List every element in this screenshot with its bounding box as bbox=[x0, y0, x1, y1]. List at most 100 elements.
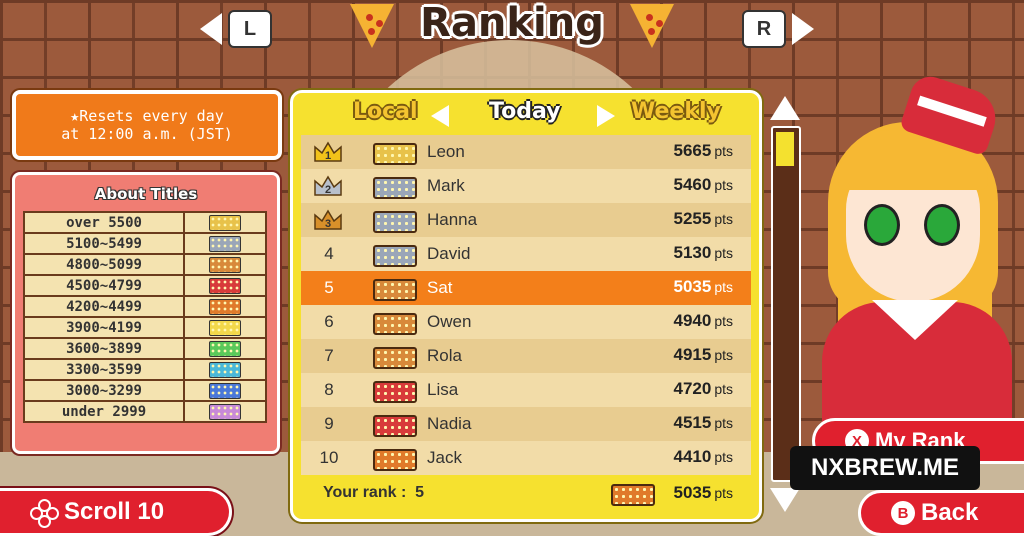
player-score: 4915 pts bbox=[673, 345, 733, 364]
ranking-row[interactable]: 3 Hanna 5255 pts bbox=[301, 203, 751, 237]
title-badge-icon bbox=[373, 143, 417, 165]
ranking-tabs: Local Today Weekly bbox=[293, 99, 759, 133]
title-tier-badge-cell bbox=[183, 337, 267, 360]
title-badge-icon bbox=[373, 313, 417, 335]
title-badge-icon bbox=[373, 381, 417, 403]
header: L Ranking R bbox=[0, 0, 1024, 60]
title-tier-badge-cell bbox=[183, 316, 267, 339]
your-rank-row: Your rank : 5 5035 pts bbox=[301, 477, 751, 511]
player-score: 5255 pts bbox=[673, 209, 733, 228]
scroll-10-button[interactable]: Scroll 10 bbox=[0, 488, 232, 536]
title-tier-badge-cell bbox=[183, 253, 267, 276]
title-tier-range: 4200~4499 bbox=[23, 295, 185, 318]
pizza-slice-icon bbox=[630, 4, 674, 48]
ranking-row-self[interactable]: 5 Sat 5035 pts bbox=[301, 271, 751, 305]
ranking-row[interactable]: 1 Leon 5665 pts bbox=[301, 135, 751, 169]
scroll-up-arrow-icon[interactable] bbox=[770, 96, 800, 120]
title-tier-range: under 2999 bbox=[23, 400, 185, 423]
ranking-row[interactable]: 4 David 5130 pts bbox=[301, 237, 751, 271]
title-badge-icon bbox=[373, 177, 417, 199]
your-rank-score: 5035 pts bbox=[673, 483, 733, 502]
rank-number: 4 bbox=[324, 244, 334, 263]
player-score: 4720 pts bbox=[673, 379, 733, 398]
tab-prev-arrow-icon[interactable] bbox=[431, 105, 449, 127]
prev-page-button[interactable]: L bbox=[200, 10, 272, 48]
title-tier-badge-cell bbox=[183, 274, 267, 297]
crown-icon: 1 bbox=[313, 141, 343, 163]
title-tier-row: 3300~3599 bbox=[23, 358, 267, 381]
title-badge-icon bbox=[611, 484, 655, 506]
title-tier-range: 4800~5099 bbox=[23, 253, 185, 276]
player-name: Jack bbox=[427, 448, 462, 467]
player-name: Hanna bbox=[427, 210, 478, 229]
title-badge-icon bbox=[373, 415, 417, 437]
scrollbar-thumb[interactable] bbox=[776, 132, 794, 166]
titles-table: over 5500 5100~5499 4800~5099 4500~4799 4200… bbox=[23, 211, 267, 423]
title-tier-badge-cell bbox=[183, 211, 267, 234]
title-tier-badge-cell bbox=[183, 400, 267, 423]
scrollbar-track[interactable] bbox=[771, 126, 801, 482]
ranking-row[interactable]: 2 Mark 5460 pts bbox=[301, 169, 751, 203]
svg-text:3: 3 bbox=[325, 218, 331, 230]
about-titles-heading: About Titles bbox=[94, 185, 198, 203]
back-button[interactable]: B Back bbox=[858, 490, 1024, 536]
title-tier-range: 5100~5499 bbox=[23, 232, 185, 255]
tab-next-arrow-icon[interactable] bbox=[597, 105, 615, 127]
ranking-row[interactable]: 6 Owen 4940 pts bbox=[301, 305, 751, 339]
left-eye bbox=[864, 204, 900, 246]
dpad-icon bbox=[30, 499, 59, 528]
rank-number: 9 bbox=[324, 414, 334, 433]
player-name: Lisa bbox=[427, 380, 459, 399]
title-tier-row: 5100~5499 bbox=[23, 232, 267, 255]
reset-notice-line1: ★Resets every day bbox=[70, 107, 224, 125]
next-page-button[interactable]: R bbox=[742, 10, 814, 48]
ranking-list: 1 Leon 5665 pts 2 Mark 5460 pts 3 Hanna 5255 pts 4 Da… bbox=[301, 135, 751, 475]
player-name: Nadia bbox=[427, 414, 472, 433]
back-label: Back bbox=[921, 499, 979, 526]
rank-number: 6 bbox=[324, 312, 334, 331]
reset-notice-line2: at 12:00 a.m. (JST) bbox=[61, 125, 233, 143]
title-badge-icon bbox=[209, 214, 241, 231]
title-tier-range: 3600~3899 bbox=[23, 337, 185, 360]
title-tier-row: 4500~4799 bbox=[23, 274, 267, 297]
ranking-row[interactable]: 10 Jack 4410 pts bbox=[301, 441, 751, 475]
tab-weekly[interactable]: Weekly bbox=[631, 99, 721, 124]
title-tier-row: 3000~3299 bbox=[23, 379, 267, 402]
crown-icon: 3 bbox=[313, 209, 343, 231]
player-score: 5130 pts bbox=[673, 243, 733, 262]
tab-local[interactable]: Local bbox=[353, 99, 418, 124]
player-score: 4940 pts bbox=[673, 311, 733, 330]
rank-number: 7 bbox=[324, 346, 334, 365]
reset-notice: ★Resets every day at 12:00 a.m. (JST) bbox=[12, 90, 282, 160]
title-badge-icon bbox=[209, 235, 241, 252]
title-tier-range: 3000~3299 bbox=[23, 379, 185, 402]
rank-number: 8 bbox=[324, 380, 334, 399]
player-score: 4410 pts bbox=[673, 447, 733, 466]
player-score: 4515 pts bbox=[673, 413, 733, 432]
title-badge-icon bbox=[209, 361, 241, 378]
title-badge-icon bbox=[209, 256, 241, 273]
ranking-panel: Local Today Weekly 1 Leon 5665 pts 2 Mark 5460… bbox=[290, 90, 762, 522]
ranking-row[interactable]: 8 Lisa 4720 pts bbox=[301, 373, 751, 407]
title-tier-row: 4800~5099 bbox=[23, 253, 267, 276]
rank-number: 10 bbox=[319, 448, 339, 467]
player-name: Rola bbox=[427, 346, 462, 365]
left-arrow-icon bbox=[200, 13, 222, 45]
title-badge-icon bbox=[209, 382, 241, 399]
player-score: 5035 pts bbox=[673, 277, 733, 296]
ranking-row[interactable]: 7 Rola 4915 pts bbox=[301, 339, 751, 373]
tab-today[interactable]: Today bbox=[489, 99, 560, 124]
player-name: Mark bbox=[427, 176, 465, 195]
player-name: Leon bbox=[427, 142, 465, 161]
title-badge-icon bbox=[373, 245, 417, 267]
b-button-icon: B bbox=[891, 501, 915, 525]
scroll-10-label: Scroll 10 bbox=[64, 498, 165, 525]
title-badge-icon bbox=[209, 319, 241, 336]
player-name: Owen bbox=[427, 312, 472, 331]
ranking-row[interactable]: 9 Nadia 4515 pts bbox=[301, 407, 751, 441]
scroll-down-arrow-icon[interactable] bbox=[770, 488, 800, 512]
title-badge-icon bbox=[373, 347, 417, 369]
title-badge-icon bbox=[209, 277, 241, 294]
title-tier-row: 4200~4499 bbox=[23, 295, 267, 318]
title-tier-range: 4500~4799 bbox=[23, 274, 185, 297]
